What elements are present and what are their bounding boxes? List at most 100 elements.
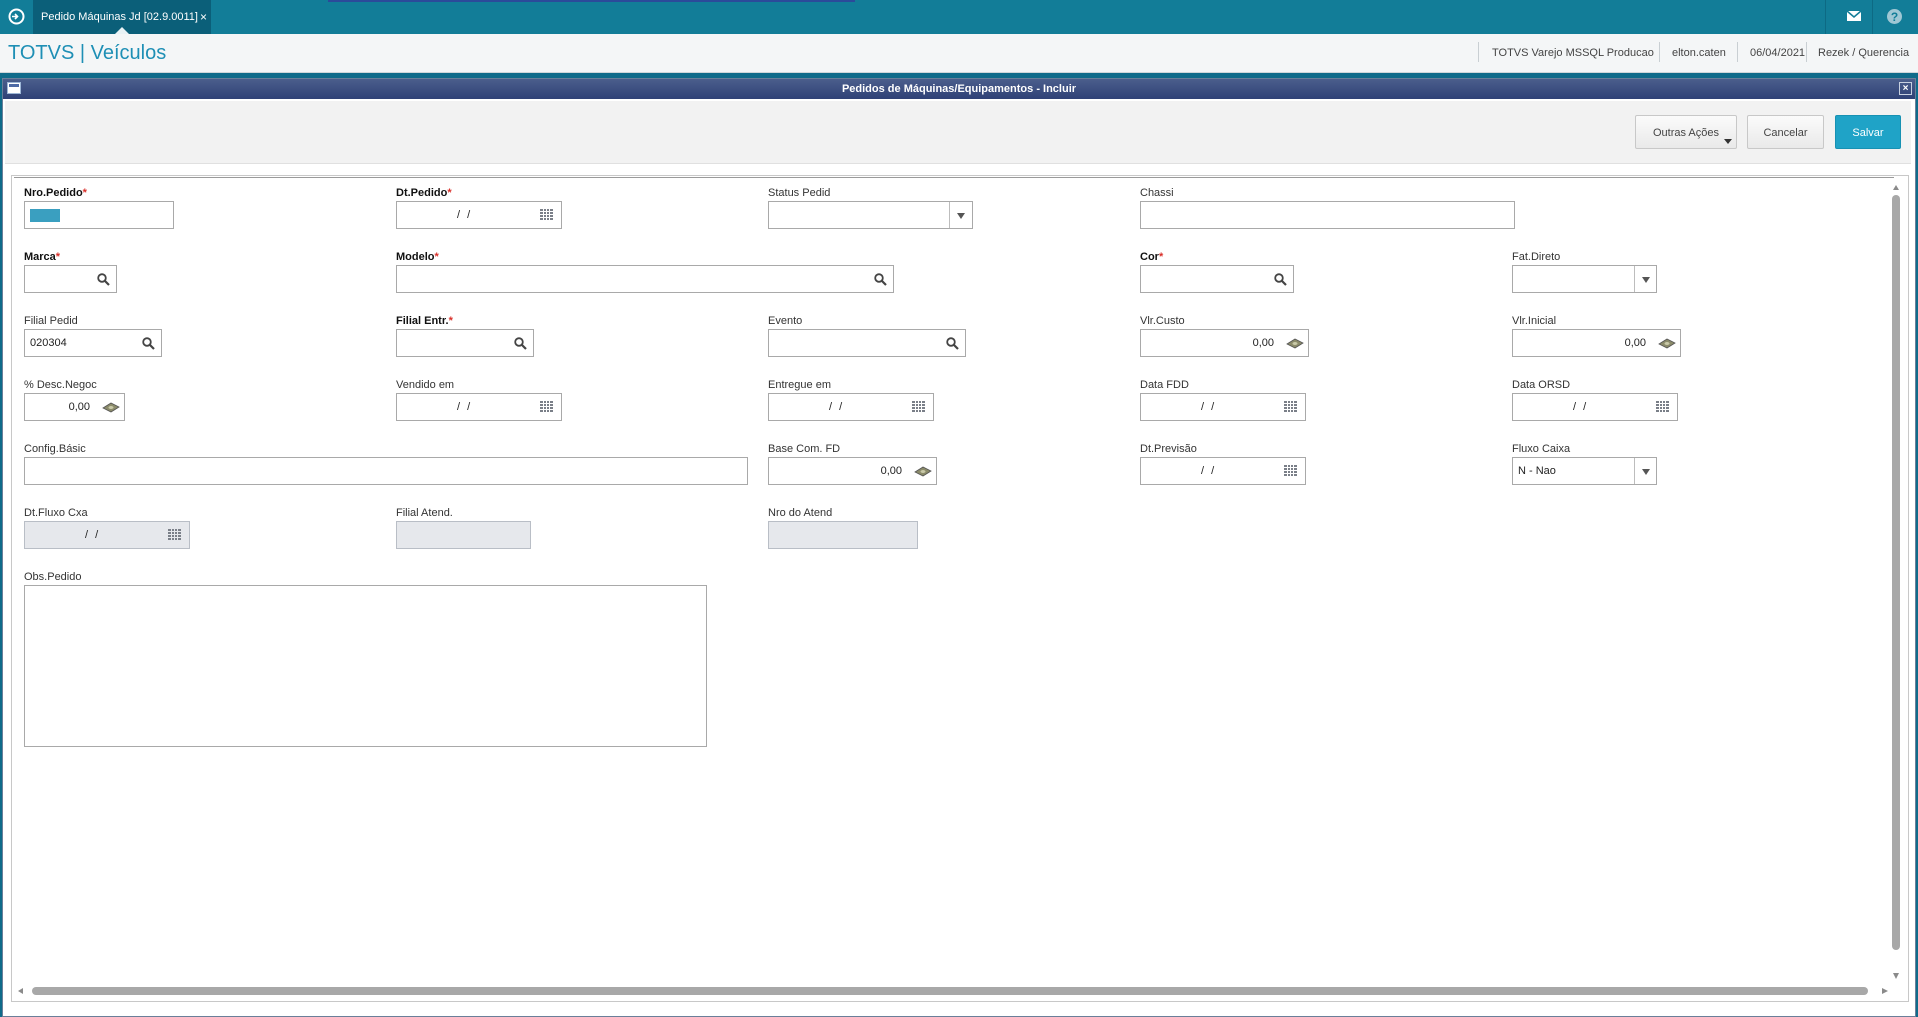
- money-icon[interactable]: [1286, 337, 1304, 350]
- chevron-down-icon[interactable]: [957, 213, 965, 219]
- fat-direto-select[interactable]: [1512, 265, 1657, 293]
- calendar-icon[interactable]: [912, 401, 926, 413]
- svg-text:?: ?: [1891, 10, 1898, 24]
- obs-pedido-label: Obs.Pedido: [24, 571, 82, 583]
- dt-pedido-input[interactable]: / /: [396, 201, 562, 229]
- search-icon[interactable]: [97, 273, 110, 286]
- filial-entr-label: Filial Entr.*: [396, 315, 453, 327]
- filial-atend-input: [396, 521, 531, 549]
- cancel-button[interactable]: Cancelar: [1747, 115, 1824, 149]
- brand-title: TOTVS | Veículos: [8, 42, 167, 64]
- save-button[interactable]: Salvar: [1835, 115, 1901, 149]
- dt-fluxo-cxa-input: / /: [24, 521, 190, 549]
- money-icon[interactable]: [1658, 337, 1676, 350]
- horizontal-scrollbar[interactable]: [16, 985, 1894, 997]
- status-pedid-select[interactable]: [768, 201, 973, 229]
- window-icon: [7, 82, 21, 94]
- calendar-icon[interactable]: [540, 401, 554, 413]
- money-icon[interactable]: [102, 401, 120, 414]
- tab-title: Pedido Máquinas Jd [02.9.0011]: [41, 11, 198, 23]
- dialog-close-icon[interactable]: ×: [1899, 82, 1912, 95]
- filial-atend-label: Filial Atend.: [396, 507, 453, 519]
- vlr-custo-label: Vlr.Custo: [1140, 315, 1185, 327]
- nro-do-atend-label: Nro do Atend: [768, 507, 833, 519]
- app-logo-icon[interactable]: [8, 8, 25, 25]
- active-tab-indicator: [115, 27, 129, 34]
- app-header: TOTVS | Veículos TOTVS Varejo MSSQL Prod…: [0, 34, 1918, 73]
- chevron-down-icon[interactable]: [1642, 277, 1650, 283]
- search-icon[interactable]: [514, 337, 527, 350]
- vlr-inicial-input[interactable]: 0,00: [1512, 329, 1681, 357]
- marca-input[interactable]: [24, 265, 117, 293]
- other-actions-button[interactable]: Outras Ações: [1635, 115, 1737, 149]
- dialog-title: Pedidos de Máquinas/Equipamentos - Inclu…: [841, 83, 1077, 95]
- vlr-custo-input[interactable]: 0,00: [1140, 329, 1309, 357]
- data-fdd-label: Data FDD: [1140, 379, 1189, 391]
- nro-pedido-label: Nro.Pedido*: [24, 187, 87, 199]
- topbar-divider: [1872, 0, 1873, 34]
- select-divider: [1634, 458, 1635, 484]
- chevron-down-icon[interactable]: [1642, 469, 1650, 475]
- vendido-em-input[interactable]: / /: [396, 393, 562, 421]
- calendar-icon[interactable]: [540, 209, 554, 221]
- entregue-em-input[interactable]: / /: [768, 393, 934, 421]
- vertical-scrollbar[interactable]: [1890, 183, 1902, 983]
- header-divider: [1659, 42, 1660, 62]
- evento-label: Evento: [768, 315, 803, 327]
- marca-label: Marca*: [24, 251, 61, 263]
- header-divider: [1737, 42, 1738, 62]
- nro-pedido-input[interactable]: [24, 201, 174, 229]
- chassi-label: Chassi: [1140, 187, 1174, 199]
- dt-previsao-input[interactable]: / /: [1140, 457, 1306, 485]
- fluxo-caixa-select[interactable]: N - Nao: [1512, 457, 1657, 485]
- calendar-icon[interactable]: [1656, 401, 1670, 413]
- dt-fluxo-cxa-label: Dt.Fluxo Cxa: [24, 507, 88, 519]
- mail-icon[interactable]: [1846, 9, 1862, 23]
- nro-do-atend-input: [768, 521, 918, 549]
- filial-pedid-value: 020304: [30, 337, 67, 349]
- money-icon[interactable]: [914, 465, 932, 478]
- obs-pedido-textarea[interactable]: [24, 585, 707, 747]
- desc-negoc-input[interactable]: 0,00: [24, 393, 125, 421]
- filial-entr-input[interactable]: [396, 329, 534, 357]
- header-divider: [1478, 42, 1479, 62]
- cor-input[interactable]: [1140, 265, 1294, 293]
- search-icon[interactable]: [946, 337, 959, 350]
- loading-progress-bar: [328, 0, 855, 2]
- data-orsd-value: / /: [1573, 401, 1589, 413]
- chassi-input[interactable]: [1140, 201, 1515, 229]
- data-orsd-input[interactable]: / /: [1512, 393, 1678, 421]
- chevron-down-icon: [1724, 139, 1732, 144]
- vlr-inicial-value: 0,00: [1624, 337, 1646, 349]
- data-fdd-input[interactable]: / /: [1140, 393, 1306, 421]
- dt-pedido-value: / /: [457, 209, 473, 221]
- top-tab-bar: Pedido Máquinas Jd [02.9.0011] × ?: [0, 0, 1918, 34]
- calendar-icon[interactable]: [1284, 401, 1298, 413]
- search-icon[interactable]: [874, 273, 887, 286]
- help-icon[interactable]: ?: [1886, 8, 1903, 25]
- search-icon[interactable]: [142, 337, 155, 350]
- base-com-fd-value: 0,00: [880, 465, 902, 477]
- branch-label: Rezek / Querencia: [1818, 47, 1910, 59]
- vendido-em-value: / /: [457, 401, 473, 413]
- base-com-fd-label: Base Com. FD: [768, 443, 841, 455]
- date-label: 06/04/2021: [1750, 47, 1806, 59]
- fat-direto-label: Fat.Direto: [1512, 251, 1561, 263]
- evento-input[interactable]: [768, 329, 966, 357]
- config-basic-label: Config.Básic: [24, 443, 86, 455]
- filial-pedid-input[interactable]: 020304: [24, 329, 162, 357]
- base-com-fd-input[interactable]: 0,00: [768, 457, 937, 485]
- data-orsd-label: Data ORSD: [1512, 379, 1571, 391]
- calendar-icon[interactable]: [1284, 465, 1298, 477]
- vendido-em-label: Vendido em: [396, 379, 455, 391]
- dt-fluxo-cxa-value: / /: [85, 529, 101, 541]
- search-icon[interactable]: [1274, 273, 1287, 286]
- tab-pedido-maquinas[interactable]: Pedido Máquinas Jd [02.9.0011] ×: [33, 0, 211, 34]
- modelo-input[interactable]: [396, 265, 894, 293]
- user-label: elton.caten: [1672, 47, 1726, 59]
- select-divider: [1634, 266, 1635, 292]
- entregue-em-label: Entregue em: [768, 379, 831, 391]
- tab-close-icon[interactable]: ×: [200, 0, 207, 34]
- config-basic-input[interactable]: [24, 457, 748, 485]
- cor-label: Cor*: [1140, 251, 1164, 263]
